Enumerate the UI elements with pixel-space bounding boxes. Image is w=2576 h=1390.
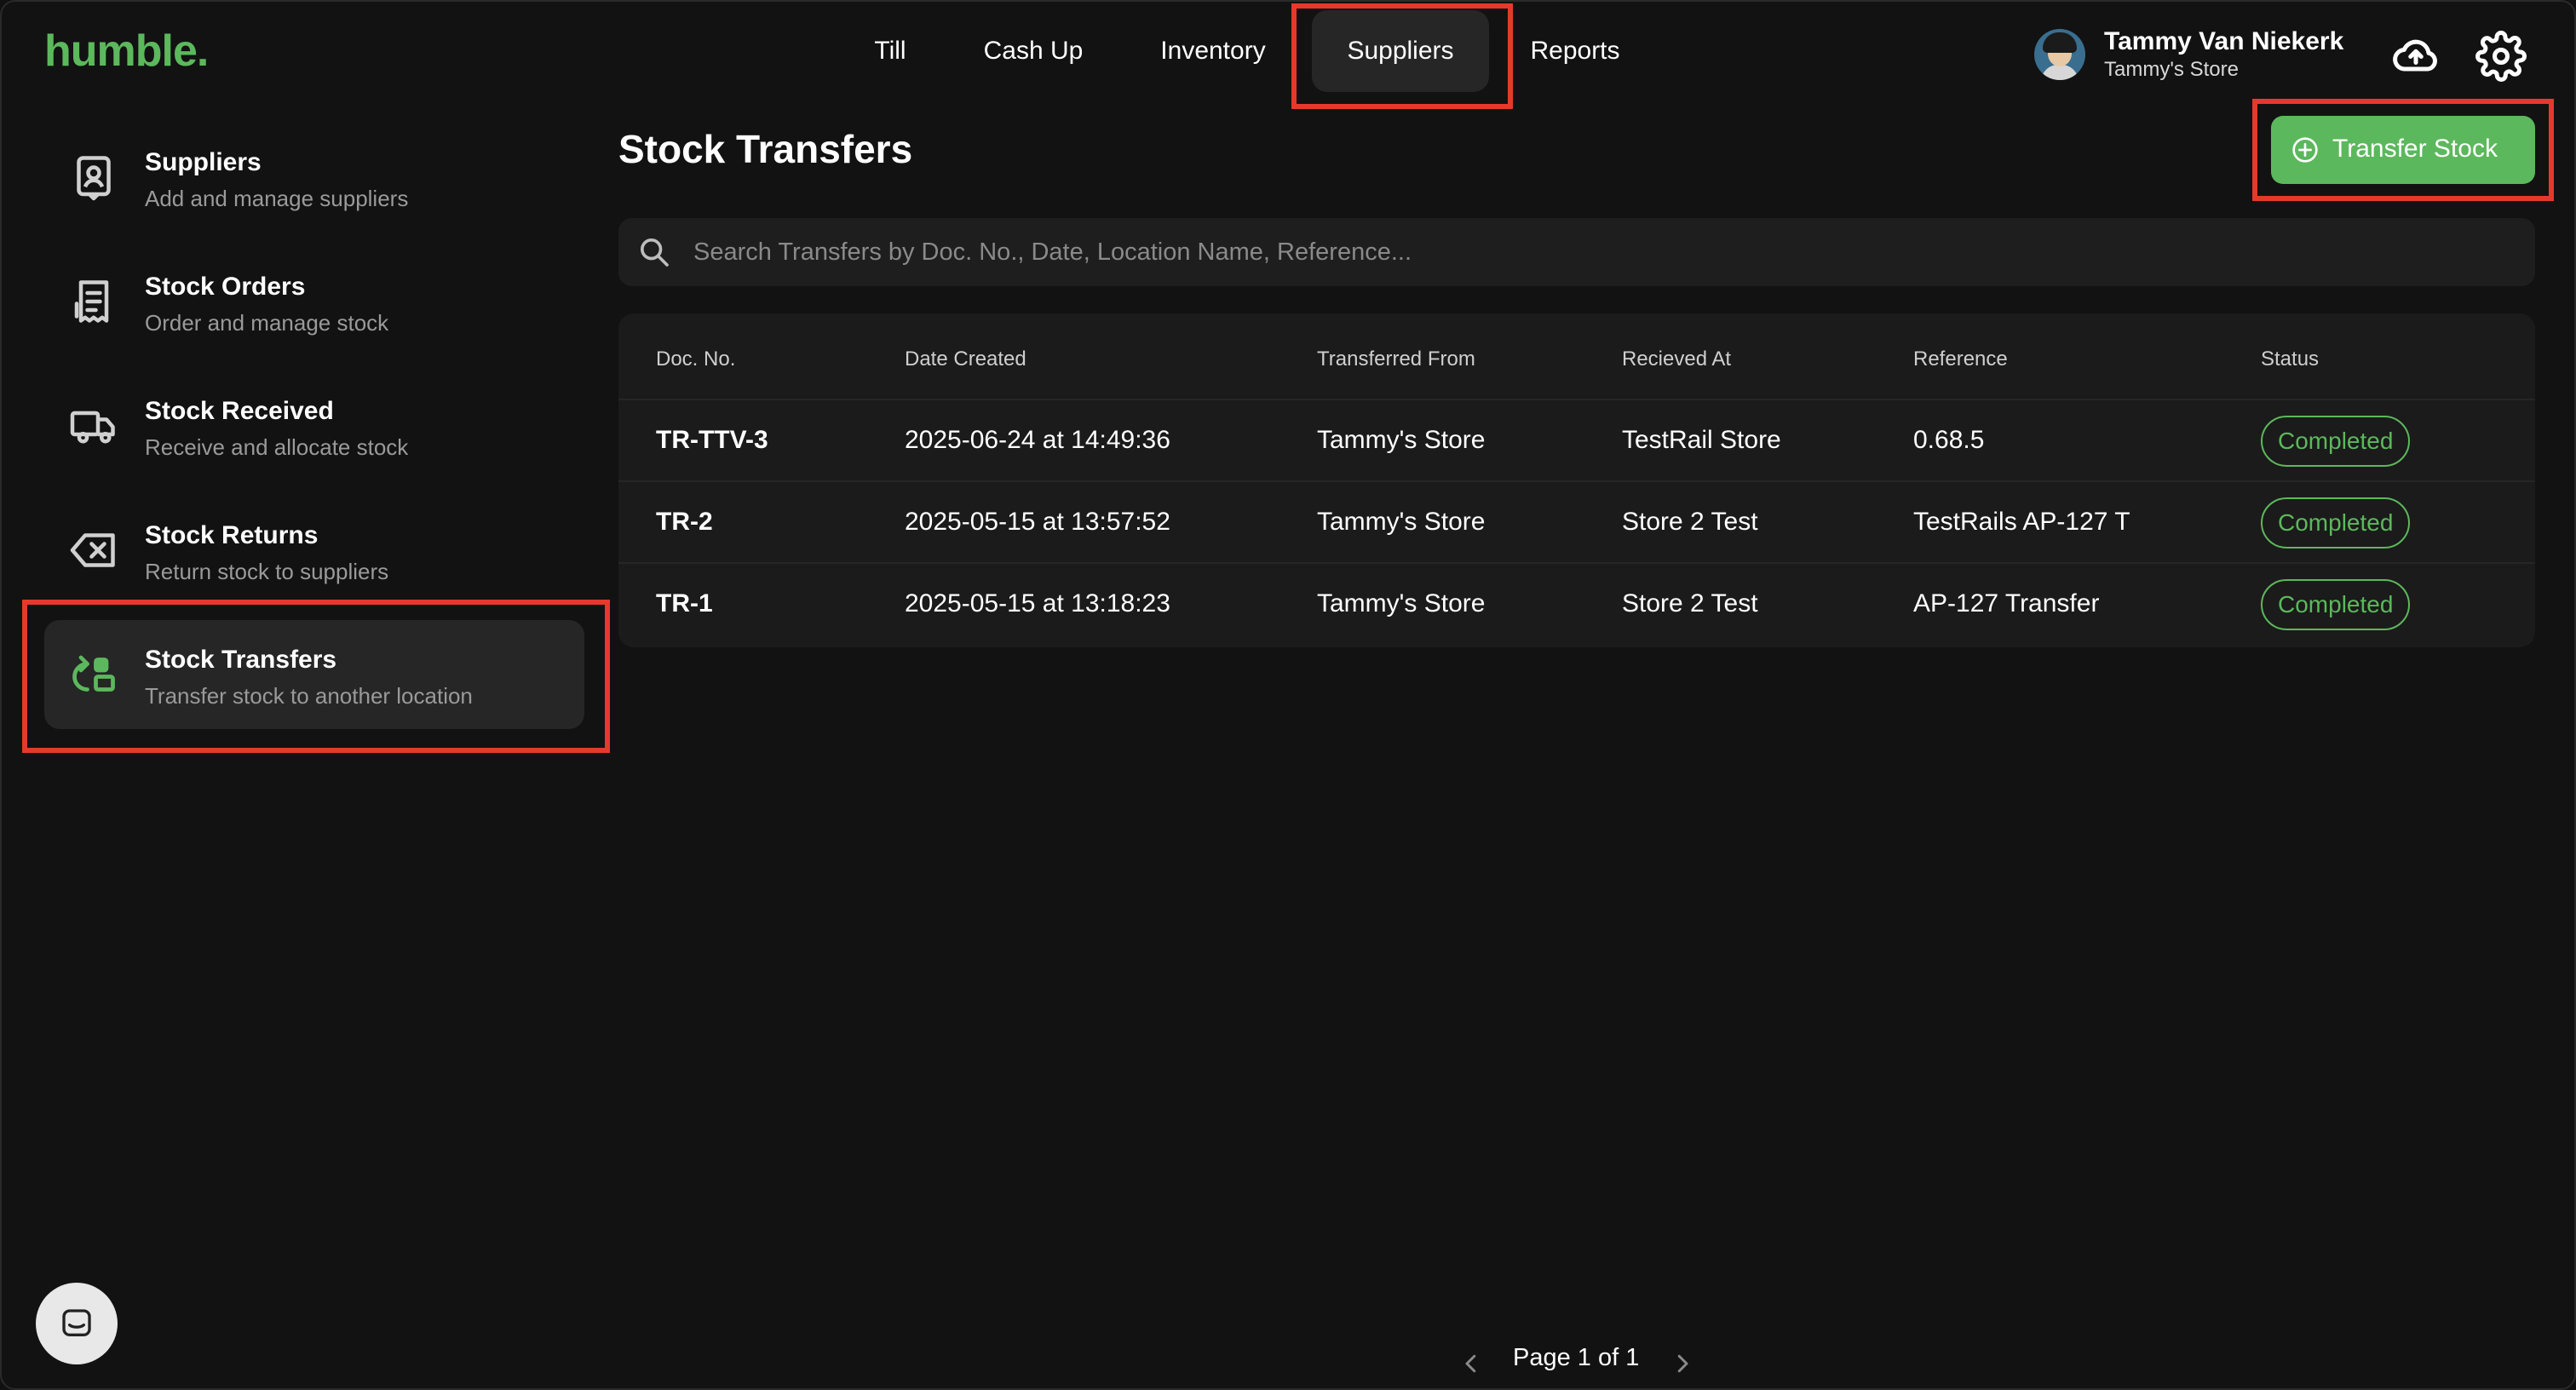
- status-badge: Completed: [2261, 497, 2411, 549]
- order-receipt-icon: [74, 280, 109, 323]
- cell-received-at: Store 2 Test: [1622, 508, 1758, 536]
- transfer-icon: [72, 655, 115, 692]
- status-badge: Completed: [2261, 579, 2411, 630]
- sidebar-item-stock-returns[interactable]: Stock Returns Return stock to suppliers: [44, 496, 584, 605]
- sidebar-item-title: Stock Transfers: [145, 646, 337, 674]
- chat-icon: [62, 1309, 91, 1336]
- column-header-received-at[interactable]: Recieved At: [1622, 348, 1731, 371]
- nav-reports[interactable]: Reports: [1523, 10, 1627, 92]
- nav-cash-up[interactable]: Cash Up: [969, 10, 1097, 92]
- cell-received-at: Store 2 Test: [1622, 589, 1758, 617]
- column-header-date-created[interactable]: Date Created: [905, 348, 1026, 371]
- plus-circle-icon: [2292, 137, 2318, 163]
- sidebar-item-stock-transfers[interactable]: Stock Transfers Transfer stock to anothe…: [44, 620, 584, 729]
- cell-doc-no: TR-TTV-3: [656, 426, 768, 454]
- sidebar-item-subtitle: Receive and allocate stock: [145, 434, 409, 460]
- pagination-label: Page 1 of 1: [1513, 1344, 1640, 1371]
- column-header-doc-no[interactable]: Doc. No.: [656, 348, 735, 371]
- supplier-badge-icon: [77, 156, 111, 201]
- cloud-upload-icon[interactable]: [2390, 31, 2441, 82]
- chevron-right-icon[interactable]: [1670, 1349, 1695, 1378]
- cell-reference: 0.68.5: [1913, 426, 1985, 454]
- cell-doc-no: TR-2: [656, 508, 713, 536]
- chat-launcher-button[interactable]: [36, 1283, 118, 1364]
- nav-inventory[interactable]: Inventory: [1143, 10, 1283, 92]
- cell-reference: TestRails AP-127 T: [1913, 508, 2130, 536]
- column-header-transferred-from[interactable]: Transferred From: [1317, 348, 1475, 371]
- cell-transferred-from: Tammy's Store: [1317, 508, 1486, 536]
- cell-received-at: TestRail Store: [1622, 426, 1781, 454]
- cell-date-created: 2025-05-15 at 13:57:52: [905, 508, 1170, 536]
- cell-reference: AP-127 Transfer: [1913, 589, 2100, 617]
- return-x-icon: [70, 533, 115, 567]
- gear-icon[interactable]: [2475, 31, 2527, 82]
- nav-till[interactable]: Till: [857, 10, 923, 92]
- transfers-table: Doc. No. Date Created Transferred From R…: [618, 313, 2535, 647]
- transfer-stock-label: Transfer Stock: [2332, 135, 2498, 163]
- transfer-stock-button[interactable]: Transfer Stock: [2271, 116, 2535, 184]
- user-store[interactable]: Tammy's Store: [2104, 58, 2239, 82]
- search-bar: [618, 218, 2535, 286]
- table-row[interactable]: TR-1 2025-05-15 at 13:18:23 Tammy's Stor…: [618, 562, 2535, 644]
- column-header-status[interactable]: Status: [2261, 348, 2319, 371]
- sidebar-item-subtitle: Order and manage stock: [145, 310, 389, 336]
- avatar[interactable]: [2034, 29, 2085, 80]
- cell-transferred-from: Tammy's Store: [1317, 589, 1486, 617]
- table-row[interactable]: TR-TTV-3 2025-06-24 at 14:49:36 Tammy's …: [618, 399, 2535, 480]
- column-header-reference[interactable]: Reference: [1913, 348, 2008, 371]
- cell-transferred-from: Tammy's Store: [1317, 426, 1486, 454]
- cell-date-created: 2025-06-24 at 14:49:36: [905, 426, 1170, 454]
- nav-suppliers[interactable]: Suppliers: [1312, 10, 1489, 92]
- cell-doc-no: TR-1: [656, 589, 713, 617]
- sidebar-item-title: Suppliers: [145, 148, 262, 176]
- sidebar-item-title: Stock Received: [145, 397, 334, 425]
- search-input[interactable]: [693, 218, 2482, 286]
- cell-date-created: 2025-05-15 at 13:18:23: [905, 589, 1170, 617]
- sidebar-item-stock-received[interactable]: Stock Received Receive and allocate stoc…: [44, 371, 584, 480]
- table-row[interactable]: TR-2 2025-05-15 at 13:57:52 Tammy's Stor…: [618, 480, 2535, 562]
- search-icon: [641, 238, 669, 267]
- sidebar-item-title: Stock Orders: [145, 273, 306, 301]
- chevron-left-icon[interactable]: [1458, 1349, 1484, 1378]
- user-name[interactable]: Tammy Van Niekerk: [2104, 27, 2343, 56]
- status-badge: Completed: [2261, 416, 2411, 467]
- sidebar-item-subtitle: Return stock to suppliers: [145, 559, 389, 584]
- sidebar-item-stock-orders[interactable]: Stock Orders Order and manage stock: [44, 247, 584, 356]
- sidebar-item-subtitle: Transfer stock to another location: [145, 683, 473, 709]
- sidebar-item-subtitle: Add and manage suppliers: [145, 186, 409, 211]
- app-window: humble. Till Cash Up Inventory Suppliers…: [0, 0, 2576, 1390]
- sidebar-item-title: Stock Returns: [145, 521, 319, 549]
- page-title: Stock Transfers: [618, 127, 913, 171]
- truck-icon: [70, 411, 115, 444]
- sidebar-item-suppliers[interactable]: Suppliers Add and manage suppliers: [44, 123, 584, 232]
- humble-logo[interactable]: humble.: [44, 26, 209, 77]
